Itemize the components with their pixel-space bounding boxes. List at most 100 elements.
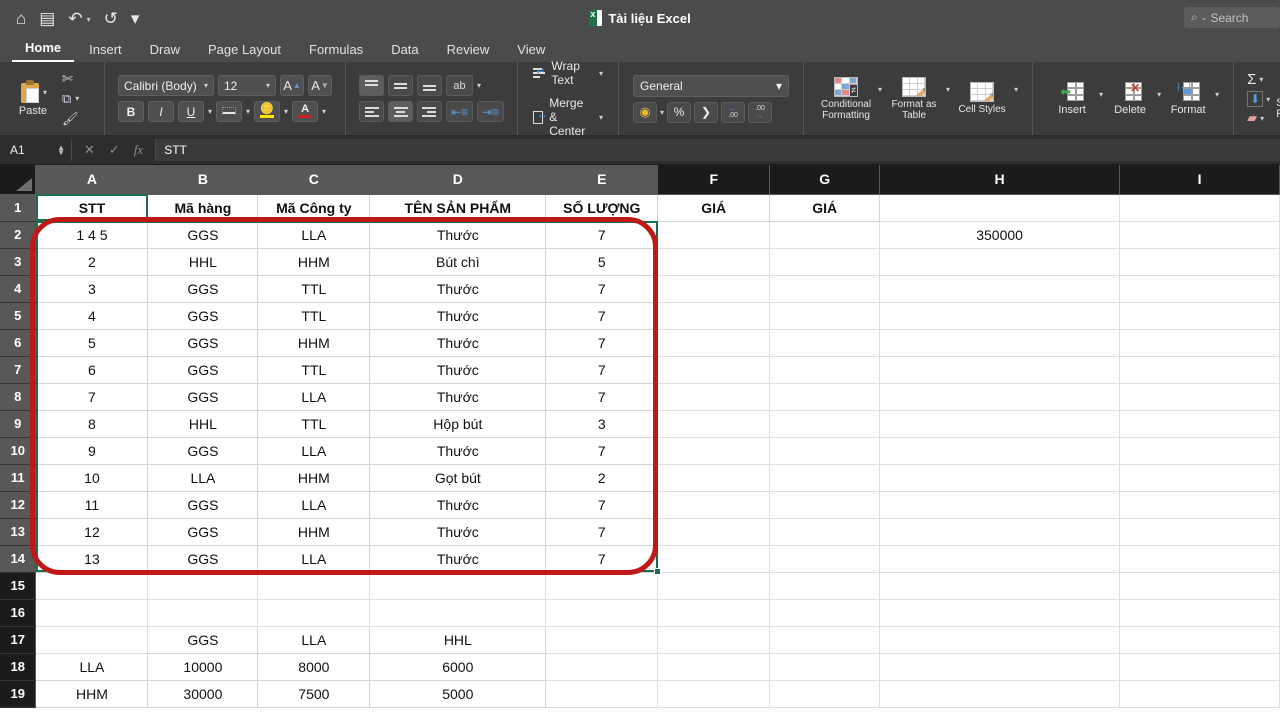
cell-styles-dropdown-icon[interactable]: ▾ [1014, 85, 1018, 94]
cell-G8[interactable] [769, 383, 881, 411]
row-header-7[interactable]: 7 [0, 356, 37, 384]
cell-B8[interactable]: GGS [147, 383, 259, 411]
redo-icon[interactable]: ↺ [104, 10, 118, 27]
cell-A11[interactable]: 10 [35, 464, 149, 492]
cell-H18[interactable] [879, 653, 1121, 681]
cell-A4[interactable]: 3 [35, 275, 149, 303]
cell-A7[interactable]: 6 [35, 356, 149, 384]
format-dropdown-icon[interactable]: ▾ [1215, 90, 1219, 99]
cell-F19[interactable] [657, 680, 771, 708]
conditional-formatting-button[interactable]: ≠ Conditional Formatting [818, 76, 874, 121]
cell-D2[interactable]: Thước [369, 221, 547, 249]
percent-format-button[interactable]: % [667, 101, 692, 123]
row-header-1[interactable]: 1 [0, 194, 37, 222]
column-header-A[interactable]: A [35, 165, 149, 195]
cell-I3[interactable] [1119, 248, 1280, 276]
comma-format-button[interactable]: ❯ [694, 101, 719, 123]
cell-G13[interactable] [769, 518, 881, 546]
cell-F12[interactable] [657, 491, 771, 519]
column-header-D[interactable]: D [369, 165, 547, 195]
save-icon[interactable]: ▤ [39, 10, 55, 27]
cell-I15[interactable] [1119, 572, 1280, 600]
borders-button[interactable] [216, 101, 243, 122]
cell-E17[interactable] [545, 626, 659, 654]
autosum-button[interactable]: Σ ▾ [1247, 71, 1270, 88]
cell-I2[interactable] [1119, 221, 1280, 249]
cell-B6[interactable]: GGS [147, 329, 259, 357]
insert-dropdown-icon[interactable]: ▾ [1099, 90, 1103, 99]
cell-G7[interactable] [769, 356, 881, 384]
column-header-H[interactable]: H [879, 165, 1121, 195]
fill-color-dropdown-icon[interactable]: ▾ [284, 107, 288, 116]
number-format-select[interactable]: General ▾ [633, 74, 790, 97]
cell-H5[interactable] [879, 302, 1121, 330]
cell-E11[interactable]: 2 [545, 464, 659, 492]
cell-D12[interactable]: Thước [369, 491, 547, 519]
cell-D18[interactable]: 6000 [369, 653, 547, 681]
cell-A18[interactable]: LLA [35, 653, 149, 681]
cell-A12[interactable]: 11 [35, 491, 149, 519]
tab-insert[interactable]: Insert [76, 40, 135, 62]
cell-F2[interactable] [657, 221, 771, 249]
cell-B5[interactable]: GGS [147, 302, 259, 330]
cell-A8[interactable]: 7 [35, 383, 149, 411]
column-header-F[interactable]: F [657, 165, 771, 195]
cell-I1[interactable] [1119, 194, 1280, 222]
cell-C1[interactable]: Mã Công ty [257, 194, 371, 222]
accounting-format-button[interactable]: ◉ [633, 101, 658, 123]
cell-H12[interactable] [879, 491, 1121, 519]
cell-F1[interactable]: GIÁ [657, 194, 771, 222]
cell-G2[interactable] [769, 221, 881, 249]
increase-indent-button[interactable]: ⇥≡ [477, 101, 504, 122]
cell-E6[interactable]: 7 [545, 329, 659, 357]
format-painter-button[interactable]: 🖌 [62, 111, 97, 127]
search-dropdown-icon[interactable]: ⌄ [1201, 13, 1208, 22]
wrap-text-dropdown-icon[interactable]: ▾ [599, 69, 603, 78]
cell-B15[interactable] [147, 572, 259, 600]
cell-B18[interactable]: 10000 [147, 653, 259, 681]
cell-E1[interactable]: SỐ LƯỢNG [545, 194, 659, 222]
cell-D19[interactable]: 5000 [369, 680, 547, 708]
cell-H16[interactable] [879, 599, 1121, 627]
row-header-16[interactable]: 16 [0, 599, 37, 627]
cell-H1[interactable] [879, 194, 1121, 222]
cell-G3[interactable] [769, 248, 881, 276]
cell-C3[interactable]: HHM [257, 248, 371, 276]
decrease-decimal-button[interactable]: .00 → [748, 101, 773, 123]
row-header-8[interactable]: 8 [0, 383, 37, 411]
cell-A19[interactable]: HHM [35, 680, 149, 708]
name-box[interactable]: A1 ▲ ▼ [0, 139, 72, 161]
cell-A1[interactable]: STT [35, 194, 149, 222]
row-header-3[interactable]: 3 [0, 248, 37, 276]
cell-D17[interactable]: HHL [369, 626, 547, 654]
clear-dropdown-icon[interactable]: ▾ [1260, 114, 1264, 123]
column-header-E[interactable]: E [545, 165, 659, 195]
sort-filter-button[interactable]: AZ ▼ ▾ Sort & Filter [1276, 78, 1280, 120]
cell-E10[interactable]: 7 [545, 437, 659, 465]
cell-F9[interactable] [657, 410, 771, 438]
cell-G9[interactable] [769, 410, 881, 438]
cell-G11[interactable] [769, 464, 881, 492]
font-name-select[interactable]: Calibri (Body) ▾ [118, 75, 214, 96]
decrease-font-size-button[interactable]: A ▼ [308, 75, 332, 96]
cell-F13[interactable] [657, 518, 771, 546]
align-right-button[interactable] [417, 101, 442, 122]
cell-I12[interactable] [1119, 491, 1280, 519]
underline-dropdown-icon[interactable]: ▾ [208, 107, 212, 116]
cell-G14[interactable] [769, 545, 881, 573]
cell-B11[interactable]: LLA [147, 464, 259, 492]
row-header-2[interactable]: 2 [0, 221, 37, 249]
cancel-entry-button[interactable]: ✕ [84, 142, 95, 158]
conditional-formatting-dropdown-icon[interactable]: ▾ [878, 85, 882, 94]
cell-I19[interactable] [1119, 680, 1280, 708]
cell-E15[interactable] [545, 572, 659, 600]
cell-G6[interactable] [769, 329, 881, 357]
cell-F11[interactable] [657, 464, 771, 492]
cell-D5[interactable]: Thước [369, 302, 547, 330]
tab-formulas[interactable]: Formulas [296, 40, 376, 62]
fill-dropdown-icon[interactable]: ▾ [1266, 95, 1270, 104]
font-color-dropdown-icon[interactable]: ▾ [322, 107, 326, 116]
cell-E14[interactable]: 7 [545, 545, 659, 573]
merge-center-button[interactable]: Merge & Center ▾ [533, 96, 603, 138]
cell-H10[interactable] [879, 437, 1121, 465]
